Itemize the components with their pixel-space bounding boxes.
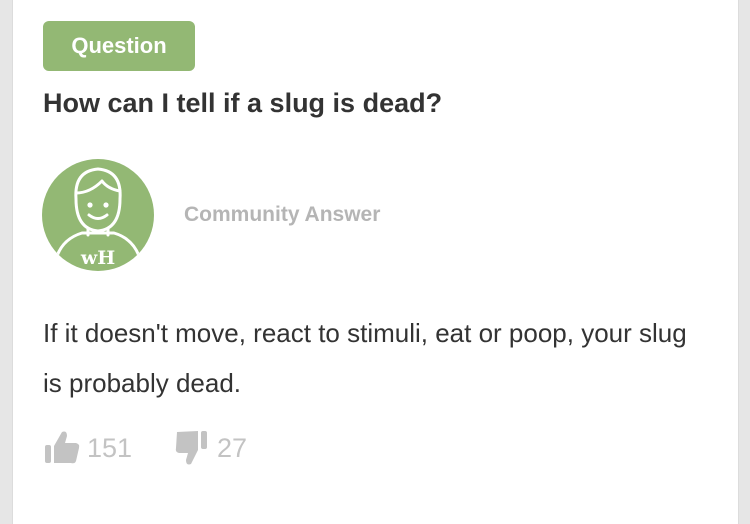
not-helpful-vote-button[interactable]: 27 bbox=[173, 428, 247, 468]
thumbs-up-icon bbox=[45, 431, 80, 464]
question-title: How can I tell if a slug is dead? bbox=[43, 88, 443, 118]
not-helpful-count: 27 bbox=[217, 432, 248, 463]
answer-card: Question How can I tell if a slug is dea… bbox=[12, 0, 739, 524]
answer-text: If it doesn't move, react to stimuli, ea… bbox=[43, 318, 687, 398]
question-badge-label: Question bbox=[71, 33, 167, 58]
avatar: wH bbox=[42, 159, 154, 271]
helpful-vote-button[interactable]: 151 bbox=[43, 428, 132, 468]
avatar-text: wH bbox=[80, 247, 115, 269]
community-answer-label: Community Answer bbox=[184, 203, 381, 226]
helpful-count: 151 bbox=[87, 432, 133, 463]
thumbs-down-icon bbox=[175, 431, 207, 465]
question-badge: Question bbox=[43, 21, 195, 71]
